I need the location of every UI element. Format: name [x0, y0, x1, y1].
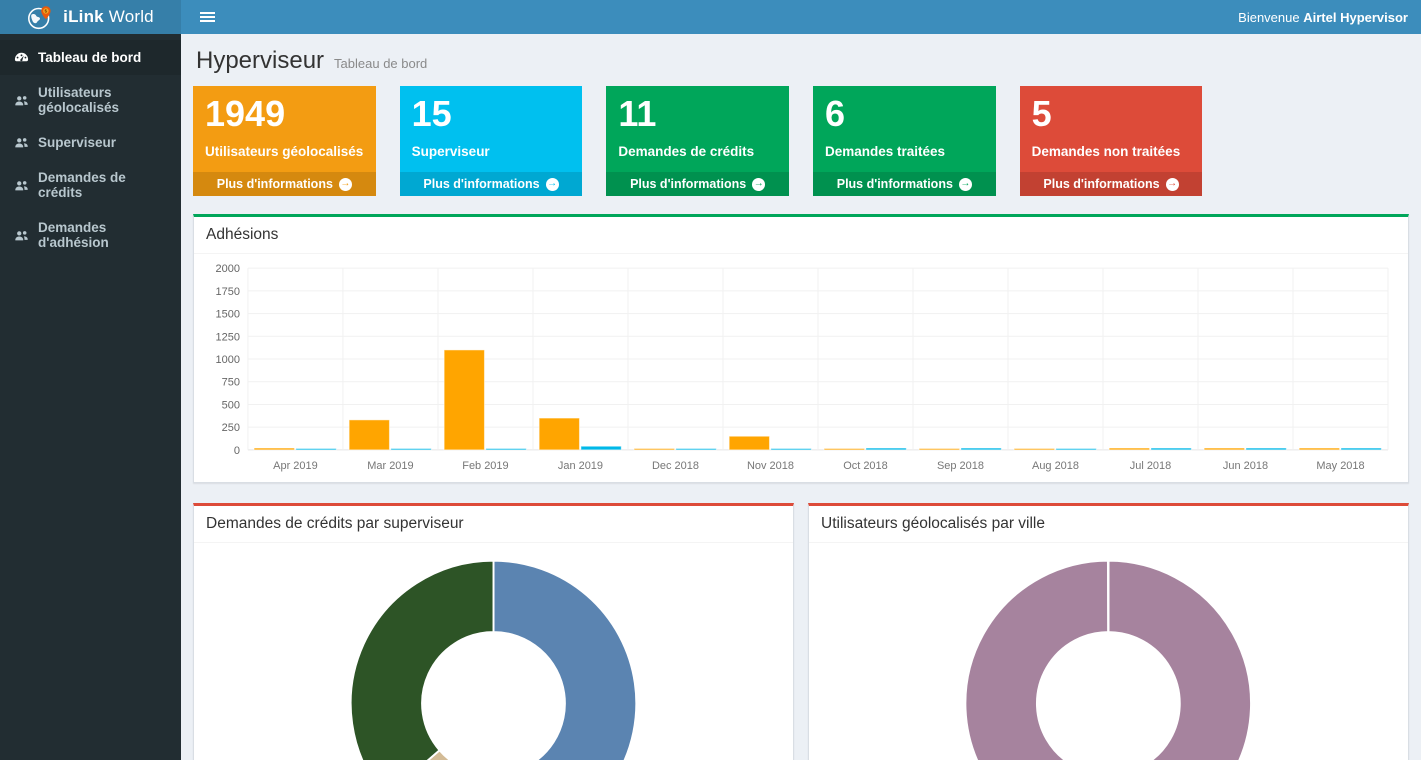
sidebar-item-label: Tableau de bord — [38, 50, 141, 65]
svg-text:Jun 2018: Jun 2018 — [1223, 460, 1268, 472]
svg-text:Oct 2018: Oct 2018 — [843, 460, 888, 472]
svg-text:Apr 2019: Apr 2019 — [273, 460, 318, 472]
arrow-circle-icon: → — [1166, 178, 1179, 191]
info-box-label: Demandes de crédits — [618, 144, 777, 159]
info-box-demandes-traitees: 6 Demandes traitées Plus d'informations→ — [813, 86, 996, 196]
info-boxes-row: 1949 Utilisateurs géolocalisés Plus d'in… — [193, 86, 1409, 196]
svg-text:1000: 1000 — [216, 354, 240, 366]
adhesions-panel: Adhésions 0 250 500 750 1000 1250 1500 1750 2000… — [193, 214, 1409, 483]
sidebar-item-label: Demandes d'adhésion — [38, 220, 167, 250]
svg-text:$: $ — [45, 8, 48, 14]
svg-text:500: 500 — [222, 399, 240, 411]
welcome-message: Bienvenue Airtel Hypervisor — [1238, 10, 1408, 25]
info-box-value: 6 — [825, 93, 984, 135]
sidebar-item-demandes-de-credits[interactable]: Demandes de crédits — [0, 160, 181, 210]
utilisateurs-ville-donut-chart — [819, 551, 1398, 760]
arrow-circle-icon: → — [959, 178, 972, 191]
info-box-superviseur: 15 Superviseur Plus d'informations→ — [400, 86, 583, 196]
users-icon — [14, 93, 29, 108]
globe-pin-icon: $ — [27, 4, 54, 31]
info-box-value: 1949 — [205, 93, 364, 135]
demandes-credits-donut-chart — [204, 551, 783, 760]
svg-text:750: 750 — [222, 377, 240, 389]
sidebar: Tableau de bord Utilisateurs géolocalisé… — [0, 34, 181, 760]
panel-title: Adhésions — [194, 217, 1408, 254]
info-box-value: 15 — [412, 93, 571, 135]
svg-text:0: 0 — [234, 445, 240, 457]
arrow-circle-icon: → — [752, 178, 765, 191]
navbar: Bienvenue Airtel Hypervisor — [181, 0, 1421, 34]
sidebar-toggle-button[interactable] — [194, 6, 221, 28]
svg-text:Nov 2018: Nov 2018 — [747, 460, 794, 472]
svg-text:Mar 2019: Mar 2019 — [367, 460, 413, 472]
info-box-value: 11 — [618, 93, 777, 135]
svg-text:1500: 1500 — [216, 309, 240, 321]
info-box-label: Utilisateurs géolocalisés — [205, 144, 364, 159]
app-window: $ iLink World Bienvenue Airtel Hyperviso… — [0, 0, 1421, 760]
info-box-label: Demandes traitées — [825, 144, 984, 159]
svg-text:Jul 2018: Jul 2018 — [1130, 460, 1171, 472]
panel-title: Demandes de crédits par superviseur — [194, 506, 793, 543]
arrow-circle-icon: → — [339, 178, 352, 191]
info-box-label: Superviseur — [412, 144, 571, 159]
info-box-value: 5 — [1032, 93, 1191, 135]
brand-name: iLink World — [63, 7, 154, 27]
more-info-link[interactable]: Plus d'informations→ — [400, 172, 583, 196]
users-icon — [14, 135, 29, 150]
svg-text:May 2018: May 2018 — [1316, 460, 1364, 472]
sidebar-item-utilisateurs-geolocalises[interactable]: Utilisateurs géolocalisés — [0, 75, 181, 125]
arrow-circle-icon: → — [546, 178, 559, 191]
svg-text:Jan 2019: Jan 2019 — [558, 460, 603, 472]
main-content: Hyperviseur Tableau de bord 1949 Utilisat… — [181, 34, 1421, 760]
svg-text:2000: 2000 — [216, 263, 240, 275]
adhesions-bar-chart: 0 250 500 750 1000 1250 1500 1750 2000 Apr 2019 Ma… — [204, 262, 1398, 474]
topbar: $ iLink World Bienvenue Airtel Hyperviso… — [0, 0, 1421, 34]
svg-text:Sep 2018: Sep 2018 — [937, 460, 984, 472]
page-title: Hyperviseur — [196, 47, 324, 75]
more-info-link[interactable]: Plus d'informations→ — [606, 172, 789, 196]
svg-text:Aug 2018: Aug 2018 — [1032, 460, 1079, 472]
svg-text:1750: 1750 — [216, 286, 240, 298]
page-subtitle: Tableau de bord — [334, 56, 427, 71]
dashboard-icon — [14, 50, 29, 65]
sidebar-item-label: Utilisateurs géolocalisés — [38, 85, 167, 115]
sidebar-item-demandes-adhesion[interactable]: Demandes d'adhésion — [0, 210, 181, 260]
users-icon — [14, 178, 29, 193]
more-info-link[interactable]: Plus d'informations→ — [1020, 172, 1203, 196]
demandes-credits-panel: Demandes de crédits par superviseur — [193, 503, 794, 760]
more-info-link[interactable]: Plus d'informations→ — [813, 172, 996, 196]
svg-text:1250: 1250 — [216, 331, 240, 343]
info-box-label: Demandes non traitées — [1032, 144, 1191, 159]
sidebar-item-superviseur[interactable]: Superviseur — [0, 125, 181, 160]
svg-text:Dec 2018: Dec 2018 — [652, 460, 699, 472]
utilisateurs-ville-panel: Utilisateurs géolocalisés par ville — [808, 503, 1409, 760]
svg-text:Feb 2019: Feb 2019 — [462, 460, 508, 472]
users-icon — [14, 228, 29, 243]
sidebar-item-tableau-de-bord[interactable]: Tableau de bord — [0, 40, 181, 75]
brand-logo[interactable]: $ iLink World — [0, 0, 181, 34]
svg-text:250: 250 — [222, 422, 240, 434]
info-box-demandes-non-traitees: 5 Demandes non traitées Plus d'informati… — [1020, 86, 1203, 196]
info-box-demandes-credits: 11 Demandes de crédits Plus d'informatio… — [606, 86, 789, 196]
info-box-utilisateurs-geolocalises: 1949 Utilisateurs géolocalisés Plus d'in… — [193, 86, 376, 196]
sidebar-item-label: Demandes de crédits — [38, 170, 167, 200]
panel-title: Utilisateurs géolocalisés par ville — [809, 506, 1408, 543]
more-info-link[interactable]: Plus d'informations→ — [193, 172, 376, 196]
sidebar-item-label: Superviseur — [38, 135, 116, 150]
